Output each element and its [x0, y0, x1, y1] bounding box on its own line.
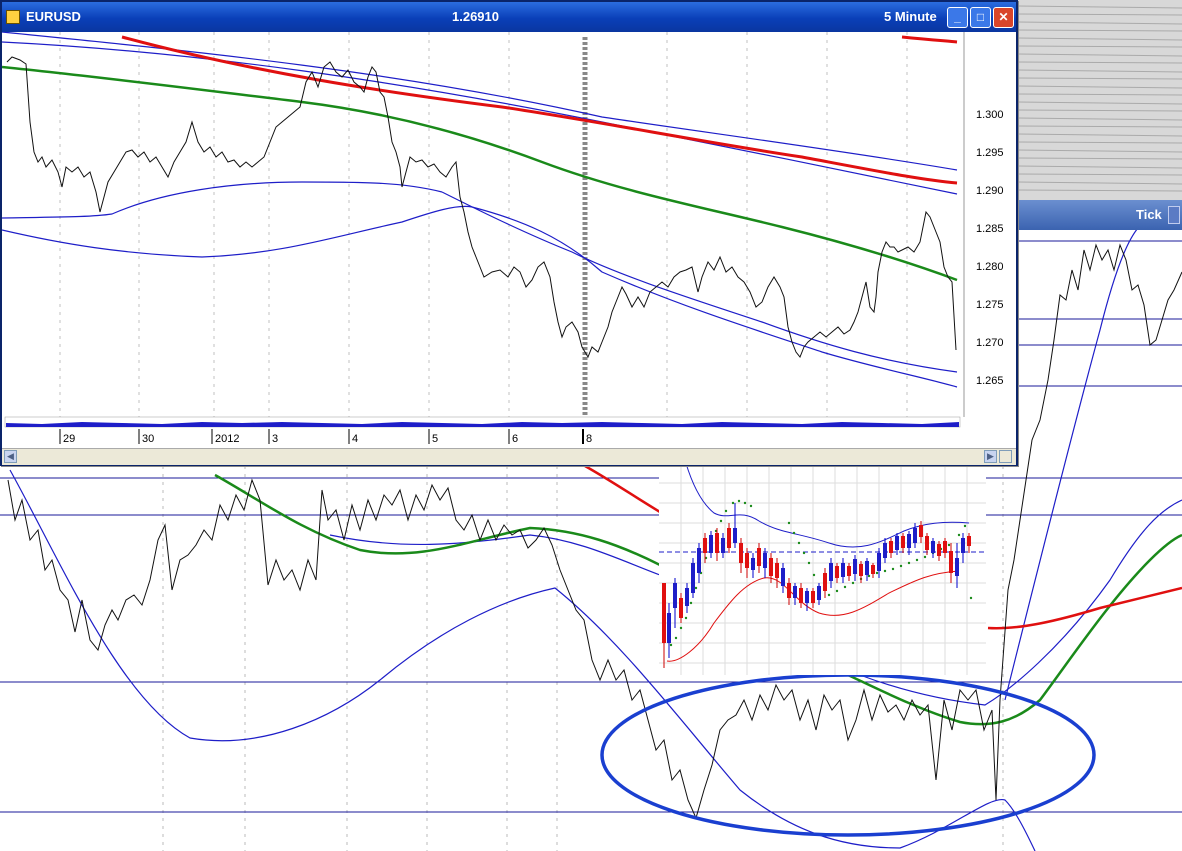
- date-label-6: 6: [512, 433, 518, 445]
- app-icon[interactable]: [6, 10, 20, 24]
- date-label-3: 3: [272, 433, 278, 445]
- date-label-2012: 2012: [215, 433, 239, 445]
- window-resize-icon[interactable]: [999, 450, 1012, 463]
- price-label-1290: 1.290: [976, 185, 1004, 197]
- price-label-1265: 1.265: [976, 375, 1004, 387]
- date-label-8: 8: [586, 433, 592, 445]
- close-button[interactable]: ✕: [993, 7, 1014, 28]
- scroll-left-arrow-icon[interactable]: ◀: [4, 450, 17, 463]
- minimize-button[interactable]: _: [947, 7, 968, 28]
- date-label-4: 4: [352, 433, 358, 445]
- price-label: 1.26910: [452, 9, 499, 24]
- title-bar[interactable]: EURUSD 1.26910 5 Minute _ □ ✕: [2, 2, 1016, 32]
- scroll-right-arrow-icon[interactable]: ▶: [984, 450, 997, 463]
- price-label-1280: 1.280: [976, 261, 1004, 273]
- date-label-5: 5: [432, 433, 438, 445]
- tick-label: Tick: [1136, 207, 1162, 222]
- price-label-1300: 1.300: [976, 109, 1004, 121]
- price-label-1295: 1.295: [976, 147, 1004, 159]
- date-label-30: 30: [142, 433, 154, 445]
- timeframe-label: 5 Minute: [884, 9, 937, 24]
- maximize-button[interactable]: □: [970, 7, 991, 28]
- symbol-label: EURUSD: [26, 9, 81, 24]
- price-label-1270: 1.270: [976, 337, 1004, 349]
- price-chart: 1.300 1.295 1.290 1.285 1.280 1.275 1.27…: [2, 32, 1016, 448]
- tick-chart-header: Tick: [1018, 200, 1182, 230]
- horizontal-scrollbar[interactable]: ◀ ▶: [2, 448, 1016, 465]
- chart-window: EURUSD 1.26910 5 Minute _ □ ✕ 1.300 1.29…: [0, 0, 1018, 466]
- price-label-1275: 1.275: [976, 299, 1004, 311]
- date-label-29: 29: [63, 433, 75, 445]
- tick-panel-button[interactable]: [1168, 206, 1180, 224]
- price-label-1285: 1.285: [976, 223, 1004, 235]
